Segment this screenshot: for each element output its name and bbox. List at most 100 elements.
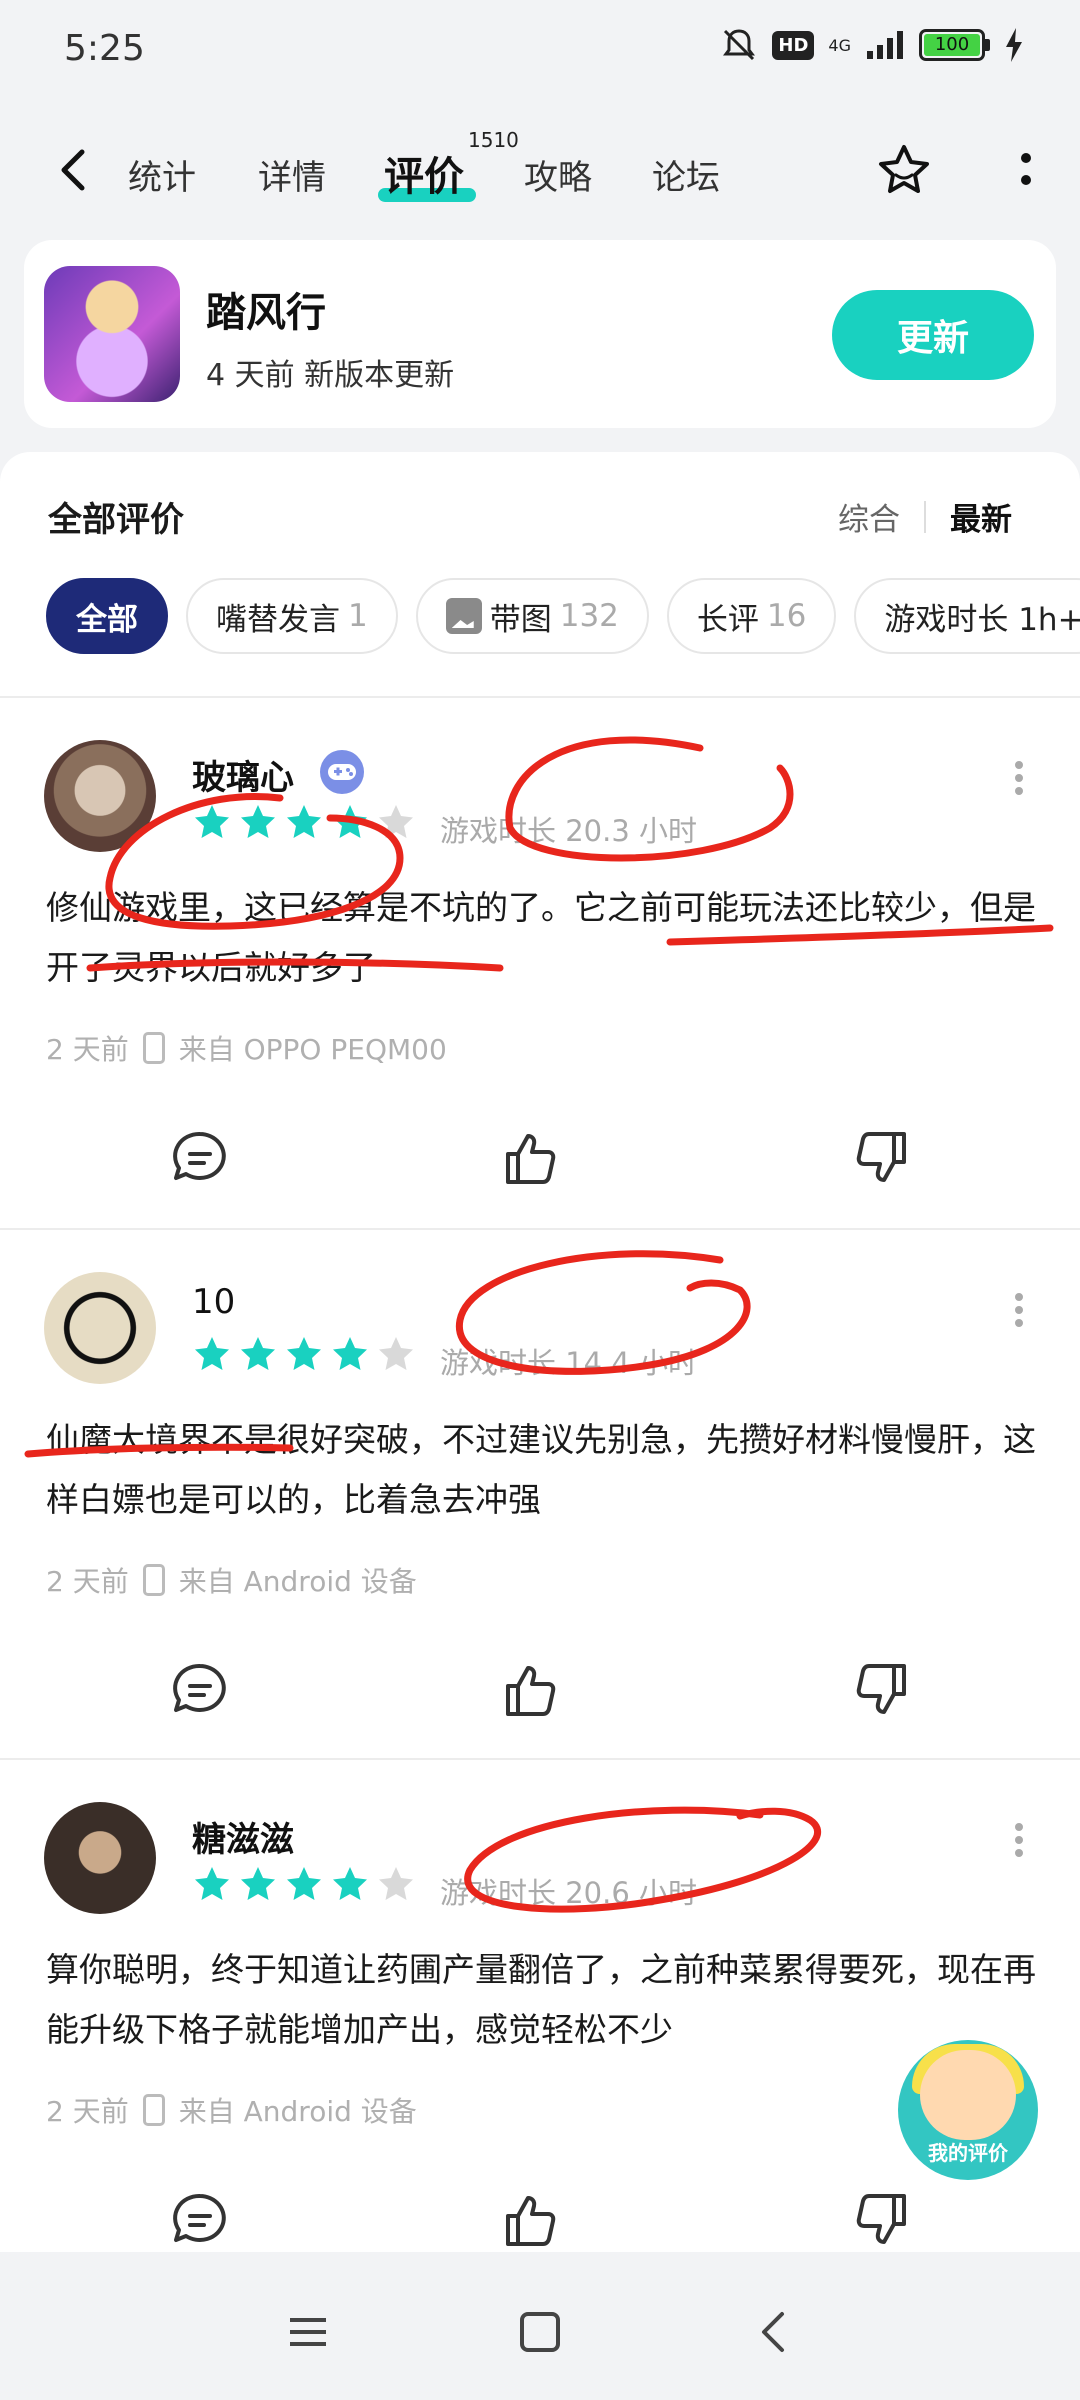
filter-count: 1 [348,598,368,634]
image-icon [445,598,482,634]
thumbs-down-icon[interactable] [848,1658,912,1722]
reviews-count: 1510 [468,128,519,152]
filter-with-images[interactable]: 带图 132 [415,578,649,654]
thumbs-down-icon[interactable] [848,1126,912,1190]
star-filled-icon [333,1867,367,1900]
sort-latest[interactable]: 最新 [950,494,1012,539]
thumbs-up-icon[interactable] [500,1126,564,1190]
battery-level: 100 [924,34,980,56]
star-empty-icon [379,1337,413,1370]
comment-icon[interactable] [168,2188,232,2252]
my-review-label: 我的评价 [928,2141,1008,2165]
review-meta: 2 天前 来自 Android 设备 [46,2090,417,2130]
playtime: 游戏时长 20.3 小时 [440,814,698,848]
username[interactable]: 玻璃心 [192,750,294,799]
more-vertical-icon[interactable] [1016,150,1036,194]
thumbs-up-icon[interactable] [500,2188,564,2252]
review-text[interactable]: 仙魔大境界不是很好突破，不过建议先别急，先攒好材料慢慢肝，这样白嫖也是可以的，比… [46,1410,1046,1530]
sort-comprehensive[interactable]: 综合 [838,494,900,539]
app-icon [44,266,180,402]
network-label: 4G [828,35,851,55]
star-filled-icon [241,1337,275,1370]
tab-guides[interactable]: 攻略 [524,150,592,199]
mascot-face [920,2050,1016,2140]
username[interactable]: 糖滋滋 [192,1812,294,1861]
filter-playtime[interactable]: 游戏时长 1h+ [854,578,1080,654]
back-arrow-icon[interactable] [52,148,96,192]
mute-bell-icon [723,29,756,61]
star-filled-icon [287,805,321,838]
review-device: 来自 Android 设备 [178,1565,417,1598]
review-device: 来自 Android 设备 [178,2095,417,2128]
back-icon[interactable] [752,2310,796,2354]
avatar[interactable] [44,1802,156,1914]
filter-label: 带图 [489,601,552,638]
more-vertical-icon[interactable] [1014,760,1024,796]
home-icon[interactable] [518,2310,562,2354]
filter-spokesperson[interactable]: 嘴替发言 1 [186,578,398,654]
sort-switch: 综合 最新 [838,494,1012,539]
review-meta: 2 天前 来自 Android 设备 [46,1560,417,1600]
update-button[interactable]: 更新 [832,290,1034,380]
status-bar: 5:25 HD 4G 100 [0,0,1080,100]
avatar[interactable] [44,740,156,852]
rating-stars [192,1864,416,1904]
filter-chips: 全部 嘴替发言 1 带图 132 长评 16 游戏时长 1h+ [46,578,1080,654]
avatar[interactable] [44,1272,156,1384]
recent-apps-icon[interactable] [286,2310,330,2354]
review-item: 糖滋滋 游戏时长 20.6 小时 算你聪明，终于知道让药圃产量翻倍了，之前种菜累… [0,1760,1080,2290]
filter-label: 嘴替发言 [216,601,340,638]
star-filled-icon [333,1337,367,1370]
star-empty-icon [379,1867,413,1900]
star-filled-icon [333,805,367,838]
my-review-button[interactable]: 我的评价 [898,2040,1038,2180]
tab-stats[interactable]: 统计 [128,150,196,199]
filter-all[interactable]: 全部 [46,578,168,654]
review-time: 2 天前 [46,1565,129,1598]
star-filled-icon [287,1867,321,1900]
more-vertical-icon[interactable] [1014,1292,1024,1328]
review-text[interactable]: 修仙游戏里，这已经算是不坑的了。它之前可能玩法还比较少，但是开了灵界以后就好多了 [46,878,1046,998]
signal-icon [867,31,903,59]
filter-long-reviews[interactable]: 长评 16 [666,578,837,654]
rating-stars [192,802,416,842]
review-item: 玻璃心 游戏时长 20.3 小时 修仙游戏里，这已经算是不坑的了。它之前可能玩法… [0,698,1080,1228]
charging-icon [1006,28,1022,62]
username[interactable]: 10 [192,1282,235,1322]
favorite-star-icon[interactable] [874,142,934,202]
phone-icon [142,1564,165,1596]
app-name: 踏风行 [206,290,326,336]
filter-count: 16 [766,598,807,634]
tab-forum[interactable]: 论坛 [652,150,720,199]
comment-icon[interactable] [168,1658,232,1722]
thumbs-down-icon[interactable] [848,2188,912,2252]
battery-icon: 100 [919,29,990,61]
thumbs-up-icon[interactable] [500,1658,564,1722]
filter-label: 全部 [76,601,138,638]
review-meta: 2 天前 来自 OPPO PEQM00 [46,1028,447,1068]
more-vertical-icon[interactable] [1014,1822,1024,1858]
sort-divider [924,500,926,533]
system-nav-bar [0,2280,1080,2400]
reviews-title: 全部评价 [48,500,184,540]
tab-reviews[interactable]: 评价 [384,144,464,202]
phone-icon [142,2094,165,2126]
comment-icon[interactable] [168,1126,232,1190]
hd-badge: HD [772,30,815,60]
review-actions [0,1658,1080,1738]
star-filled-icon [287,1337,321,1370]
star-empty-icon [379,805,413,838]
review-text[interactable]: 算你聪明，终于知道让药圃产量翻倍了，之前种菜累得要死，现在再能升级下格子就能增加… [46,1940,1046,2060]
tab-details[interactable]: 详情 [258,150,326,199]
clock: 5:25 [64,28,145,69]
rating-stars [192,1334,416,1374]
top-nav: 统计 详情 评价 1510 攻略 论坛 [0,120,1080,220]
star-filled-icon [241,1867,275,1900]
phone-icon [142,1032,165,1064]
review-item: 10 游戏时长 14.4 小时 仙魔大境界不是很好突破，不过建议先别急，先攒好材… [0,1230,1080,1760]
star-filled-icon [241,805,275,838]
review-actions [0,2188,1080,2268]
app-card[interactable]: 踏风行 4 天前 新版本更新 更新 [24,240,1056,428]
app-update-info: 4 天前 新版本更新 [206,358,455,393]
playtime: 游戏时长 14.4 小时 [440,1346,698,1380]
